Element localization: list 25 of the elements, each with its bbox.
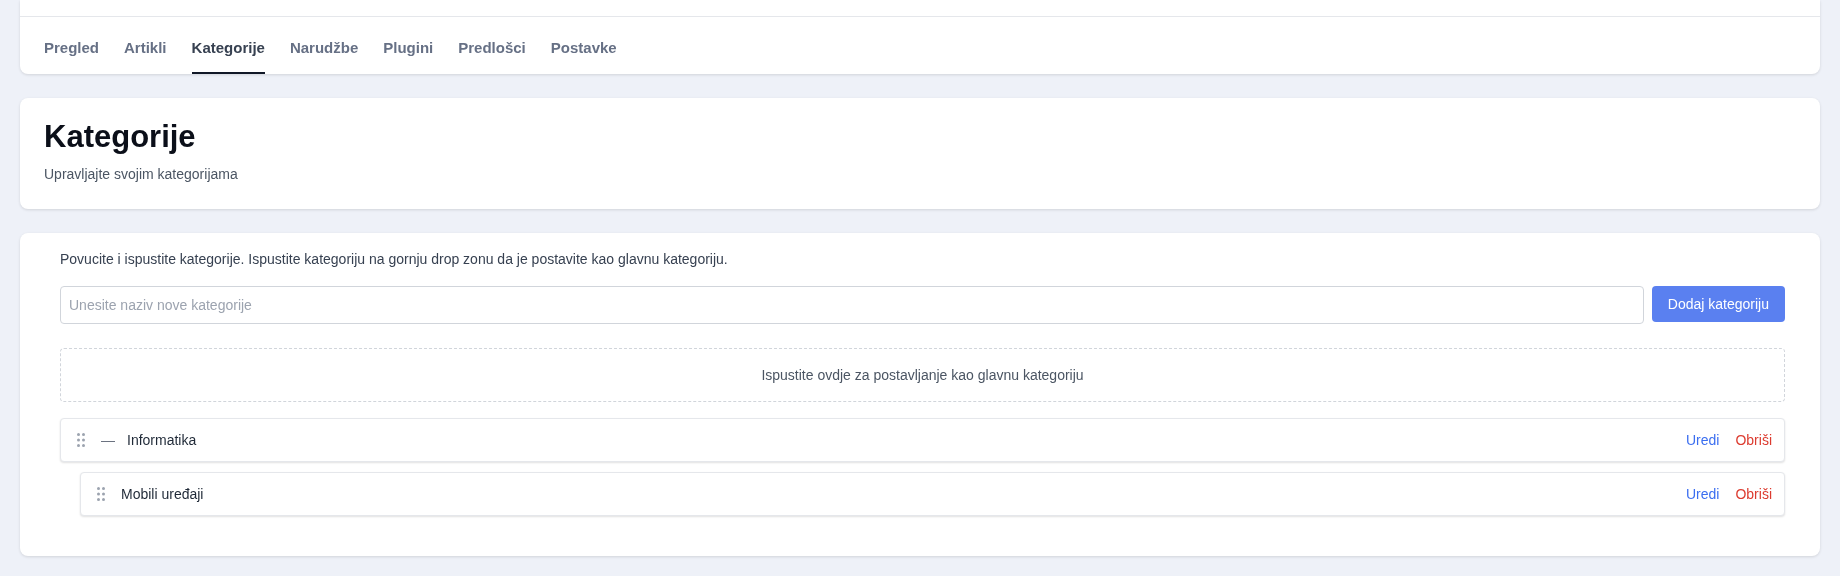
- drop-zone-text: Ispustite ovdje za postavljanje kao glavnu kategoriju: [761, 365, 1084, 385]
- category-name-input[interactable]: Unesite naziv nove kategorije: [60, 286, 1644, 325]
- category-row[interactable]: — Informatika Uredi Obriši: [60, 418, 1785, 463]
- nav-tab[interactable]: Postavke: [550, 37, 617, 74]
- drag-handle-icon[interactable]: [97, 487, 105, 502]
- nav-tab[interactable]: Plugini: [383, 37, 434, 74]
- edit-link[interactable]: Uredi: [1685, 429, 1720, 451]
- nav-tab[interactable]: Artikli: [124, 37, 167, 74]
- nav-tab[interactable]: Pregled: [44, 37, 100, 74]
- drop-zone[interactable]: Ispustite ovdje za postavljanje kao glavnu kategoriju: [60, 348, 1785, 403]
- page-subtitle: Upravljajte svojim kategorijama: [44, 165, 239, 185]
- page-title: Kategorije: [44, 117, 197, 156]
- delete-link[interactable]: Obriši: [1735, 429, 1772, 451]
- drag-handle-icon[interactable]: [77, 433, 85, 448]
- category-row[interactable]: Mobili uređaji Uredi Obriši: [80, 472, 1785, 517]
- category-name: Mobili uređaji: [121, 484, 204, 504]
- add-category-button[interactable]: Dodaj kategoriju: [1651, 286, 1785, 323]
- category-name: Informatika: [127, 430, 197, 450]
- instructions-text: Povucite i ispustite kategorije. Ispustite kategoriju na gornju drop zonu da je postavite kao glavnu kategoriju.: [60, 250, 729, 270]
- nav-tab[interactable]: Predlošci: [458, 37, 526, 74]
- nav-tab[interactable]: Kategorije: [191, 37, 265, 74]
- collapse-toggle[interactable]: —: [101, 433, 115, 448]
- edit-link[interactable]: Uredi: [1685, 483, 1720, 505]
- nav-tab[interactable]: Narudžbe: [289, 37, 359, 74]
- delete-link[interactable]: Obriši: [1735, 483, 1772, 505]
